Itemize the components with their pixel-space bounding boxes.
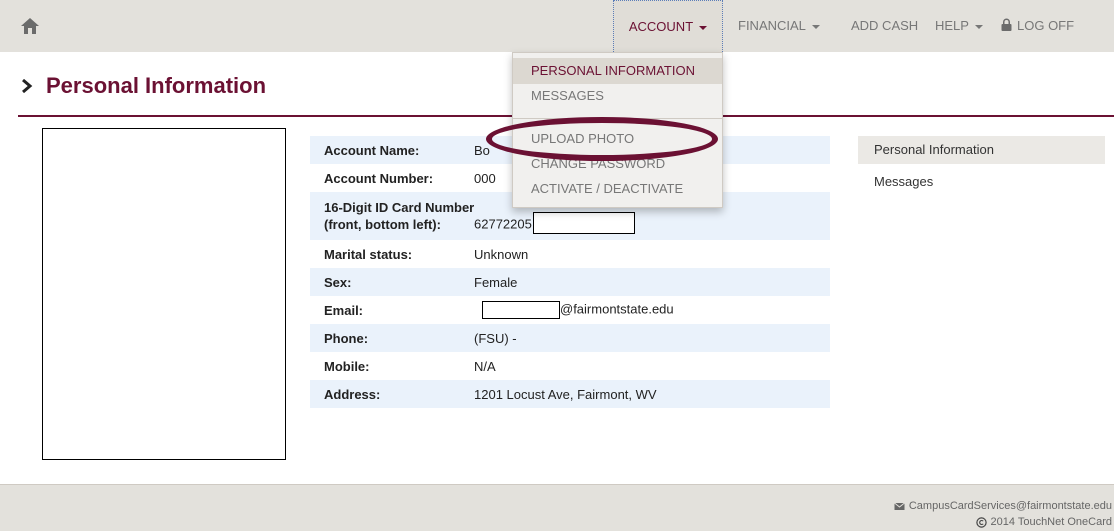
- id-card-number-label: 16-Digit ID Card Number (front, bottom le…: [324, 199, 474, 233]
- caret-down-icon: [974, 24, 983, 29]
- footer: CampusCardServices@fairmontstate.edu 201…: [0, 484, 1114, 531]
- nav-help-label: HELP: [935, 18, 969, 33]
- table-row: Mobile: N/A: [310, 352, 830, 380]
- nav-help-menu[interactable]: HELP: [935, 0, 983, 52]
- phone-label: Phone:: [324, 330, 369, 346]
- marital-status-value: Unknown: [474, 246, 529, 262]
- profile-photo: [42, 128, 286, 460]
- redaction-box: [482, 301, 560, 319]
- nav-financial-label: FINANCIAL: [738, 18, 806, 33]
- footer-copyright: 2014 TouchNet OneCard: [975, 516, 1113, 528]
- account-dropdown-menu: PERSONAL INFORMATION MESSAGES UPLOAD PHO…: [512, 52, 723, 208]
- account-name-value: Bo: [474, 142, 490, 158]
- footer-copyright-text: 2014 TouchNet OneCard: [990, 516, 1113, 528]
- nav-log-off-label: LOG OFF: [1017, 18, 1075, 33]
- table-row: Sex: Female: [310, 268, 830, 296]
- chevron-right-icon: [22, 79, 33, 93]
- menu-divider: [513, 118, 722, 119]
- footer-email-text: CampusCardServices@fairmontstate.edu: [908, 500, 1112, 512]
- lock-icon: [1001, 18, 1012, 31]
- side-link-messages[interactable]: Messages: [858, 168, 1105, 196]
- home-icon[interactable]: [20, 16, 40, 36]
- email-domain-text: @fairmontstate.edu: [560, 301, 674, 317]
- copyright-icon: [975, 516, 987, 528]
- nav-add-cash-label: ADD CASH: [851, 18, 919, 33]
- account-number-value: 000: [474, 170, 496, 186]
- address-label: Address:: [324, 386, 381, 402]
- menu-item-upload-photo[interactable]: UPLOAD PHOTO: [513, 126, 722, 152]
- redaction-box: [532, 212, 635, 234]
- page-title: Personal Information: [46, 73, 267, 98]
- caret-down-icon: [811, 24, 820, 29]
- id-card-number-label-line2: (front, bottom left):: [324, 217, 441, 232]
- page-header: Personal Information: [20, 66, 266, 106]
- footer-email[interactable]: CampusCardServices@fairmontstate.edu: [894, 500, 1112, 512]
- mobile-label: Mobile:: [324, 358, 370, 374]
- marital-status-label: Marital status:: [324, 246, 413, 262]
- table-row: Address: 1201 Locust Ave, Fairmont, WV: [310, 380, 830, 408]
- sex-label: Sex:: [324, 274, 352, 290]
- nav-account-menu[interactable]: ACCOUNT: [613, 0, 723, 52]
- menu-item-messages[interactable]: MESSAGES: [513, 83, 722, 109]
- menu-item-personal-information[interactable]: PERSONAL INFORMATION: [513, 58, 722, 84]
- id-card-number-text: 62772205: [474, 216, 532, 232]
- mobile-value: N/A: [474, 358, 496, 374]
- table-row: Phone: (FSU) -: [310, 324, 830, 352]
- menu-item-activate-deactivate[interactable]: ACTIVATE / DEACTIVATE: [513, 176, 722, 202]
- side-nav: Personal Information Messages: [858, 136, 1105, 196]
- caret-down-icon: [699, 25, 708, 30]
- nav-add-cash-link[interactable]: ADD CASH: [851, 0, 918, 52]
- email-label: Email:: [324, 302, 364, 318]
- table-row: Marital status: Unknown: [310, 240, 830, 268]
- side-link-personal-information[interactable]: Personal Information: [858, 136, 1105, 164]
- nav-financial-menu[interactable]: FINANCIAL: [738, 0, 820, 52]
- id-card-number-value: 62772205: [474, 212, 635, 234]
- email-value: @fairmontstate.edu: [482, 301, 674, 319]
- account-number-label: Account Number:: [324, 170, 434, 186]
- top-navbar: ACCOUNT FINANCIAL ADD CASH HELP LOG OFF: [0, 0, 1114, 52]
- nav-account-label: ACCOUNT: [628, 19, 694, 34]
- id-card-number-label-line1: 16-Digit ID Card Number: [324, 200, 475, 215]
- menu-item-change-password[interactable]: CHANGE PASSWORD: [513, 151, 722, 177]
- nav-log-off-link[interactable]: LOG OFF: [1000, 0, 1074, 52]
- account-name-label: Account Name:: [324, 142, 420, 158]
- envelope-icon: [894, 502, 905, 510]
- table-row: Email: @fairmontstate.edu: [310, 296, 830, 324]
- phone-value: (FSU) -: [474, 330, 517, 346]
- sex-value: Female: [474, 274, 518, 290]
- address-value: 1201 Locust Ave, Fairmont, WV: [474, 386, 657, 402]
